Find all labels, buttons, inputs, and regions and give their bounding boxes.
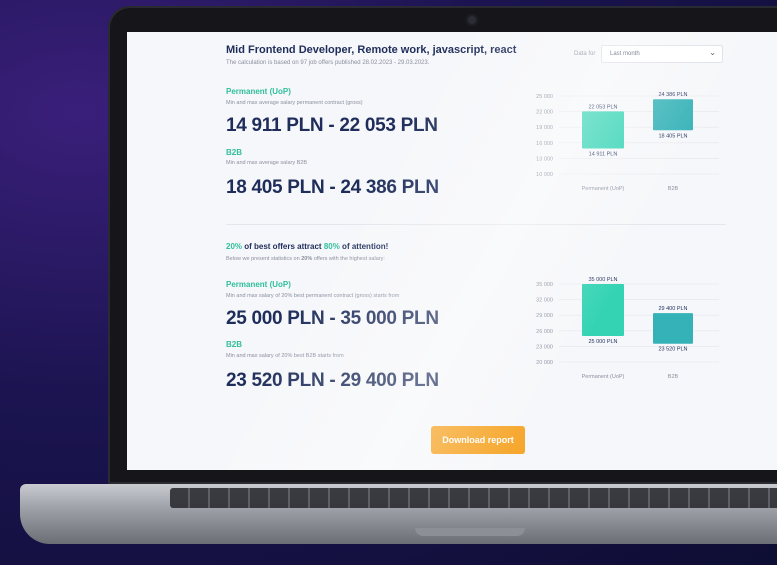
- y-tick-label: 26 000: [536, 329, 553, 335]
- download-report-button[interactable]: Download report: [431, 426, 525, 454]
- best-permanent-range: 25 000 PLN - 35 000 PLN: [226, 308, 439, 329]
- salary-range-bar: [653, 99, 693, 131]
- x-category-label: B2B: [668, 186, 679, 192]
- salary-range-bar: [582, 284, 624, 336]
- y-tick-label: 35 000: [536, 282, 553, 288]
- report-subtitle: The calculation is based on 97 job offer…: [226, 60, 430, 66]
- best-b2b-desc: Min and max salary of 20% best B2B start…: [226, 353, 344, 359]
- laptop-base: [0, 470, 777, 565]
- period-select[interactable]: Last month ⌄: [601, 45, 723, 63]
- data-for-label: Data for: [574, 51, 596, 57]
- best-offers-desc: Below we present statistics on 20% offer…: [226, 256, 385, 262]
- headline-mid: of best offers attract: [242, 242, 324, 251]
- bar-min-label: 23 520 PLN: [658, 347, 687, 353]
- average-salary-chart: 10 000 13 000 16 000 19 000 22 000 25 000 22 0…: [536, 92, 719, 192]
- bar-min-label: 25 000 PLN: [588, 339, 617, 345]
- keyboard: [170, 488, 777, 508]
- x-category-label: Permanent (UoP): [582, 186, 625, 192]
- desc-pre: Below we present statistics on: [226, 256, 302, 262]
- y-tick-label: 25 000: [536, 94, 553, 100]
- permanent-desc: Min and max average salary permanent con…: [226, 100, 363, 106]
- permanent-label: Permanent (UoP): [226, 87, 291, 96]
- permanent-range: 14 911 PLN - 22 053 PLN: [226, 115, 438, 136]
- y-tick-label: 16 000: [536, 141, 553, 147]
- bar-min-label: 18 405 PLN: [658, 133, 687, 139]
- y-tick-label: 23 000: [536, 344, 553, 350]
- bar-max-label: 22 053 PLN: [588, 104, 617, 110]
- headline-pct1: 20%: [226, 242, 243, 251]
- best-salary-chart: 20 000 23 000 26 000 29 000 32 000 35 000 35 0…: [536, 277, 719, 380]
- period-select-value: Last month: [610, 51, 640, 57]
- desc-post: offers with the highest salary:: [312, 256, 385, 262]
- report-screen: Mid Frontend Developer, Remote work, jav…: [127, 32, 777, 470]
- best-offers-headline: 20% of best offers attract 80% of attent…: [226, 242, 388, 251]
- desc-pct: 20%: [301, 256, 313, 262]
- best-permanent-label: Permanent (UoP): [226, 280, 291, 289]
- x-category-label: Permanent (UoP): [582, 374, 625, 380]
- report-title: Mid Frontend Developer, Remote work, jav…: [226, 44, 517, 56]
- chevron-down-icon: ⌄: [709, 48, 716, 57]
- y-tick-label: 29 000: [536, 313, 553, 319]
- x-category-label: B2B: [668, 374, 679, 380]
- headline-end: of attention!: [339, 242, 389, 251]
- b2b-range: 18 405 PLN - 24 386 PLN: [226, 177, 439, 198]
- best-permanent-desc: Min and max salary of 20% best permanent…: [226, 293, 400, 299]
- section-divider: [226, 224, 726, 225]
- best-b2b-range: 23 520 PLN - 29 400 PLN: [226, 370, 439, 391]
- bar-max-label: 35 000 PLN: [588, 277, 617, 283]
- y-tick-label: 19 000: [536, 125, 553, 131]
- y-tick-label: 32 000: [536, 298, 553, 304]
- y-tick-label: 20 000: [536, 360, 553, 366]
- b2b-label: B2B: [226, 148, 243, 157]
- bar-max-label: 24 386 PLN: [658, 92, 687, 98]
- salary-range-bar: [582, 111, 624, 149]
- headline-pct2: 80%: [323, 242, 340, 251]
- y-tick-label: 10 000: [536, 172, 553, 178]
- y-tick-label: 13 000: [536, 156, 553, 162]
- bar-max-label: 29 400 PLN: [658, 306, 687, 312]
- bar-min-label: 14 911 PLN: [589, 151, 618, 157]
- y-tick-label: 22 000: [536, 110, 553, 116]
- trackpad-notch: [415, 528, 525, 536]
- b2b-desc: Min and max average salary B2B: [226, 160, 308, 166]
- salary-range-bar: [653, 313, 693, 344]
- camera-icon: [466, 14, 478, 26]
- best-b2b-label: B2B: [226, 340, 243, 349]
